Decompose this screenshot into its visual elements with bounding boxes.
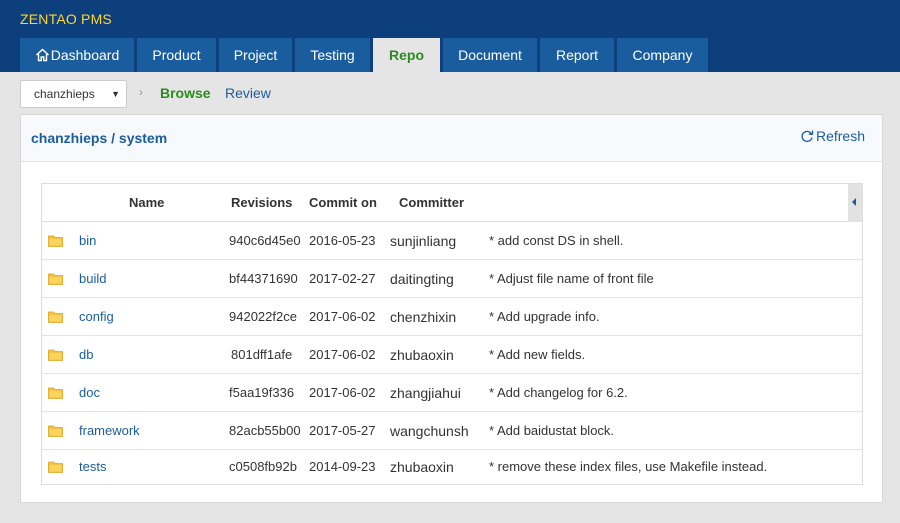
commit-comment: * add const DS in shell. [489,233,624,248]
folder-icon [48,349,63,361]
committer: zhangjiahui [390,385,461,401]
top-header: ZENTAO PMS Dashboard Product Project Tes… [0,0,900,72]
folder-icon [48,311,63,323]
header-revisions: Revisions [231,195,293,210]
commit-comment: * Add upgrade info. [489,309,600,324]
repo-select-value: chanzhieps [34,87,95,101]
table-row: tests c0508fb92b 2014-09-23 zhubaoxin * … [42,450,862,484]
commit-comment: * Add new fields. [489,347,586,362]
commit-date: 2017-06-02 [309,347,376,362]
file-name-link[interactable]: db [79,347,93,362]
revision: 940c6d45e0 [229,233,301,248]
table-row: doc f5aa19f336 2017-06-02 zhangjiahui * … [42,374,862,412]
commit-date: 2014-09-23 [309,459,376,474]
committer: sunjinliang [390,233,457,249]
nav-company[interactable]: Company [617,38,708,72]
folder-icon [48,425,63,437]
header-committer: Committer [399,195,465,210]
nav-project[interactable]: Project [219,38,292,72]
header-name: Name [129,195,165,210]
files-table: Name Revisions Commit on Committer bin 9… [41,183,863,485]
table-row: bin 940c6d45e0 2016-05-23 sunjinliang * … [42,222,862,260]
committer: daitingting [390,271,454,287]
commit-comment: * Add baidustat block. [489,423,615,438]
panel-header: chanzhieps / system Refresh [21,115,882,162]
file-name-link[interactable]: doc [79,385,100,400]
file-name-link[interactable]: framework [79,423,140,438]
file-name-link[interactable]: tests [79,459,106,474]
commit-comment: * remove these index files, use Makefile… [489,459,768,474]
folder-icon [48,235,63,247]
table-row: config 942022f2ce 2017-06-02 chenzhixin … [42,298,862,336]
home-icon [35,48,50,62]
file-name-link[interactable]: config [79,309,114,324]
table-row: build bf44371690 2017-02-27 daitingting … [42,260,862,298]
table-header: Name Revisions Commit on Committer [42,184,862,222]
header-commit-on: Commit on [309,195,377,210]
main-nav: Dashboard Product Project Testing Repo D… [20,38,711,72]
file-name-link[interactable]: bin [79,233,96,248]
folder-icon [48,461,63,473]
revision: c0508fb92b [229,459,297,474]
committer: zhubaoxin [390,459,454,475]
subnav-review-link[interactable]: Review [225,85,271,101]
nav-testing[interactable]: Testing [295,38,370,72]
committer: wangchunsh [390,423,469,439]
commit-comment: * Adjust file name of front file [489,271,654,286]
nav-repo[interactable]: Repo [373,38,440,72]
commit-comment: * Add changelog for 6.2. [489,385,628,400]
revision: 942022f2ce [229,309,297,324]
commit-date: 2016-05-23 [309,233,376,248]
repo-select[interactable]: chanzhieps ▼ [20,80,127,108]
refresh-button[interactable]: Refresh [800,128,865,144]
file-name-link[interactable]: build [79,271,106,286]
nav-product[interactable]: Product [137,38,216,72]
commit-date: 2017-06-02 [309,385,376,400]
folder-icon [48,387,63,399]
nav-document[interactable]: Document [443,38,537,72]
table-row: framework 82acb55b00 2017-05-27 wangchun… [42,412,862,450]
revision: 801dff1afe [231,347,293,362]
repo-path-title: chanzhieps / system [31,130,168,146]
commit-date: 2017-05-27 [309,423,376,438]
refresh-icon [800,129,814,143]
nav-dashboard[interactable]: Dashboard [20,38,134,72]
collapse-side-toggle[interactable] [848,184,862,222]
repo-browse-panel: chanzhieps / system Refresh Name Revisio… [20,114,883,503]
chevron-right-icon: › [139,85,143,99]
folder-icon [48,273,63,285]
committer: chenzhixin [390,309,457,325]
table-row: db 801dff1afe 2017-06-02 zhubaoxin * Add… [42,336,862,374]
revision: bf44371690 [229,271,298,286]
committer: zhubaoxin [390,347,454,363]
caret-down-icon: ▼ [111,89,120,99]
refresh-label: Refresh [815,128,865,144]
brand-logo: ZENTAO PMS [20,11,112,27]
nav-dashboard-label: Dashboard [50,47,120,63]
revision: 82acb55b00 [229,423,301,438]
commit-date: 2017-06-02 [309,309,376,324]
nav-report[interactable]: Report [540,38,614,72]
sub-nav: chanzhieps ▼ › Browse Review [0,72,900,112]
subnav-browse-link[interactable]: Browse [160,85,211,101]
revision: f5aa19f336 [229,385,295,400]
commit-date: 2017-02-27 [309,271,376,286]
caret-left-icon [852,198,856,206]
